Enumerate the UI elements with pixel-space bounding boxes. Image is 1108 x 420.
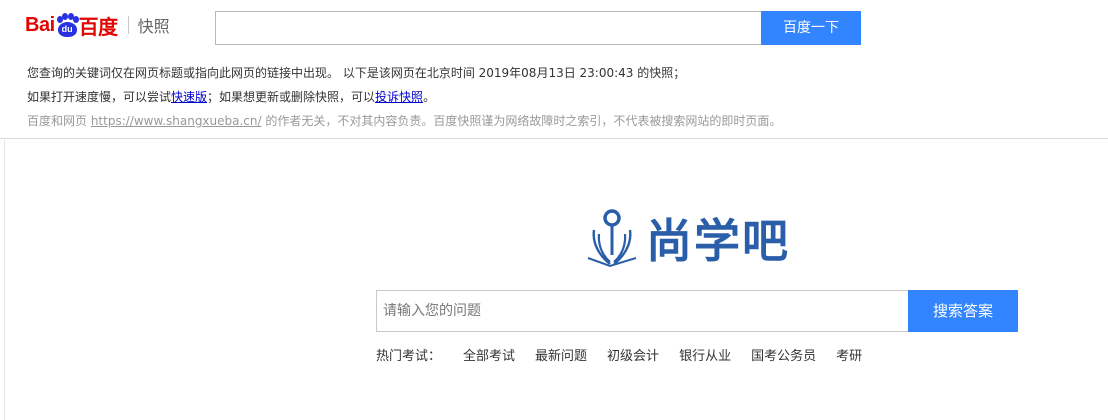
hot-exam-link[interactable]: 银行从业 (679, 345, 731, 364)
hot-exam-link[interactable]: 全部考试 (463, 345, 515, 364)
snapshot-disclaimer: 百度和网页 https://www.shangxueba.cn/ 的作者无关，不… (27, 114, 782, 128)
logo-divider (127, 16, 129, 34)
baidu-search-button[interactable]: 百度一下 (761, 11, 861, 45)
baidu-search-input[interactable] (215, 11, 761, 45)
hot-exam-link[interactable]: 考研 (836, 345, 862, 364)
baidu-wordmark-right: 百度 (78, 16, 119, 39)
report-snapshot-link[interactable]: 投诉快照 (375, 90, 423, 104)
snapshot-notice-line1: 您查询的关键词仅在网页标题或指向此网页的链接中出现。 以下是该网页在北京时间 2… (27, 66, 686, 80)
search-answer-button[interactable]: 搜索答案 (908, 290, 1018, 332)
fast-version-link[interactable]: 快速版 (171, 90, 207, 104)
question-search-field[interactable] (376, 290, 908, 332)
baidu-wordmark-left: Bai (25, 13, 55, 36)
site-logo[interactable]: 尚学吧 (586, 206, 790, 270)
site-name: 尚学吧 (646, 214, 790, 268)
product-label: 快照 (137, 17, 170, 36)
baidu-logo[interactable]: Bai du 百度 快照 (25, 7, 170, 43)
snapshot-header: Bai du 百度 快照 百度一下 您查询的关键词仅在网页标题或指向此网页的链接… (0, 0, 1108, 139)
hot-exams-label: 热门考试： (376, 349, 442, 364)
hot-exams: 热门考试： 全部考试 最新问题 初级会计 银行从业 国考公务员 考研 (376, 345, 882, 364)
question-search-input[interactable] (377, 291, 908, 331)
source-url-link[interactable]: https://www.shangxueba.cn/ (91, 114, 262, 128)
hot-exam-link[interactable]: 初级会计 (607, 345, 659, 364)
hot-exam-link[interactable]: 最新问题 (535, 345, 587, 364)
page-left-border (4, 140, 5, 420)
hot-exam-link[interactable]: 国考公务员 (751, 345, 816, 364)
baidu-paw-icon: du (56, 13, 79, 37)
site-logo-icon (587, 209, 637, 268)
snapshot-notice-line2: 如果打开速度慢，可以尝试快速版；如果想更新或删除快照，可以投诉快照。 (27, 90, 436, 104)
